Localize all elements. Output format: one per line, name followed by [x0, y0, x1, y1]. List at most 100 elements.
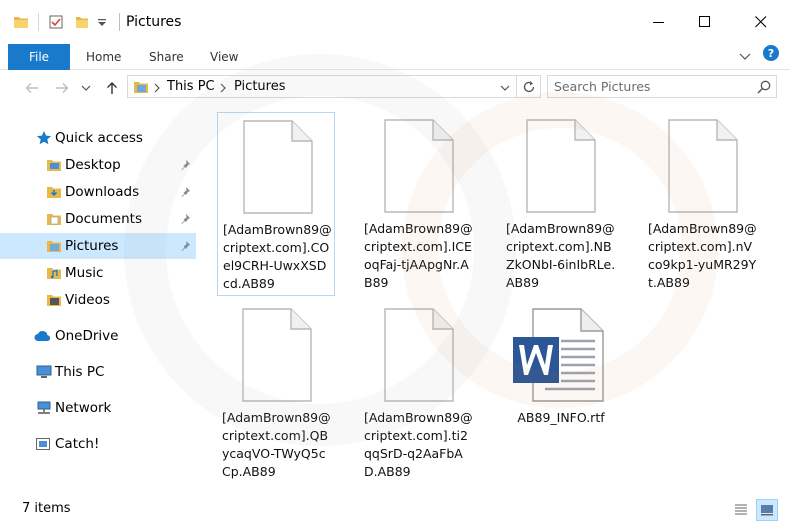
file-item-rtf[interactable]: AB89_INFO.rtf [501, 301, 619, 485]
blank-file-icon [240, 119, 316, 215]
network-icon [37, 401, 51, 414]
up-arrow-icon [107, 82, 117, 94]
help-button[interactable]: ? [763, 45, 779, 61]
search-icon[interactable] [756, 79, 772, 95]
customize-dropdown-icon[interactable] [96, 14, 108, 30]
minimize-icon [653, 22, 664, 23]
tab-home[interactable]: Home [86, 44, 121, 70]
file-name: [AdamBrown89@criptext.com].nVco9kp1-yuMR… [648, 221, 757, 290]
sidebar-item-label: This PC [55, 364, 105, 380]
properties-icon[interactable] [48, 14, 64, 30]
file-list: [AdamBrown89@criptext.com].COel9CRH-UwxX… [205, 103, 790, 493]
recent-locations-button[interactable] [79, 78, 93, 98]
large-icons-view-button[interactable] [756, 499, 778, 521]
sidebar-item-onedrive[interactable]: OneDrive [0, 323, 196, 349]
pictures-folder-icon [134, 82, 148, 93]
breadcrumb-pictures[interactable]: Pictures [234, 79, 285, 94]
sidebar-item-label: OneDrive [55, 328, 119, 344]
sidebar-item-label: Quick access [55, 130, 143, 146]
title-bar: Pictures [0, 0, 790, 44]
breadcrumb-chevron-icon [154, 83, 160, 93]
documents-folder-icon [47, 214, 61, 225]
pin-icon[interactable] [180, 213, 192, 225]
blank-file-icon [239, 307, 315, 403]
file-item-encrypted[interactable]: [AdamBrown89@criptext.com].ti2qqSrD-q2Aa… [359, 301, 477, 485]
address-bar[interactable]: This PC Pictures [127, 75, 517, 98]
file-item-encrypted[interactable]: [AdamBrown89@criptext.com].ICEoqFaj-tjAA… [359, 112, 477, 296]
sidebar-item-label: Downloads [65, 184, 140, 200]
sidebar-item-quick-access[interactable]: Quick access [0, 125, 196, 151]
desktop-folder-icon [47, 160, 61, 171]
status-bar: 7 items [0, 493, 790, 527]
tab-view[interactable]: View [210, 44, 238, 70]
sidebar-item-videos[interactable]: Videos [0, 287, 196, 313]
file-item-encrypted[interactable]: [AdamBrown89@criptext.com].QBycaqVO-TWyQ… [217, 301, 335, 485]
back-arrow-icon [25, 83, 38, 93]
item-count: 7 items [22, 501, 71, 516]
maximize-button[interactable] [682, 0, 728, 44]
file-item-encrypted[interactable]: [AdamBrown89@criptext.com].COel9CRH-UwxX… [217, 112, 335, 296]
file-item-encrypted[interactable]: [AdamBrown89@criptext.com].nVco9kp1-yuMR… [643, 112, 761, 296]
toolbar-divider [38, 13, 39, 31]
search-input[interactable] [554, 78, 754, 95]
refresh-icon [523, 80, 534, 92]
videos-folder-icon [47, 295, 61, 306]
sidebar-item-label: Pictures [65, 238, 119, 254]
sidebar-item-music[interactable]: Music [0, 260, 196, 286]
drive-icon [36, 438, 50, 450]
chevron-down-icon [81, 85, 91, 91]
blank-file-icon [665, 118, 741, 214]
address-dropdown-icon[interactable] [500, 83, 510, 93]
refresh-button[interactable] [517, 75, 541, 98]
large-icons-view-icon [761, 505, 773, 516]
file-name: [AdamBrown89@criptext.com].NBZkONbI-6inI… [506, 221, 616, 290]
pin-icon[interactable] [180, 240, 192, 252]
navigation-bar: This PC Pictures [0, 71, 790, 103]
word-document-icon [511, 307, 607, 403]
forward-button[interactable] [52, 78, 72, 98]
sidebar-item-desktop[interactable]: Desktop [0, 152, 196, 178]
downloads-folder-icon [47, 187, 61, 198]
tab-file[interactable]: File [8, 44, 70, 70]
sidebar-item-label: Videos [65, 292, 110, 308]
sidebar-item-downloads[interactable]: Downloads [0, 179, 196, 205]
pictures-folder-icon [47, 241, 61, 252]
blank-file-icon [381, 118, 457, 214]
sidebar-item-label: Desktop [65, 157, 121, 173]
sidebar-item-label: Music [65, 265, 104, 281]
sidebar-item-label: Network [55, 400, 112, 416]
ribbon: File Home Share View [0, 44, 790, 70]
search-box[interactable] [547, 75, 777, 98]
minimize-button[interactable] [636, 0, 682, 44]
back-button[interactable] [22, 78, 42, 98]
sidebar-item-catch[interactable]: Catch! [0, 431, 196, 457]
ribbon-expand-icon[interactable] [738, 50, 752, 64]
navigation-pane: Quick access Desktop Downloads Documents… [0, 103, 205, 493]
file-name: AB89_INFO.rtf [517, 410, 605, 425]
tab-share[interactable]: Share [149, 44, 184, 70]
sidebar-item-this-pc[interactable]: This PC [0, 359, 196, 385]
breadcrumb-chevron-icon [220, 83, 226, 93]
file-name: [AdamBrown89@criptext.com].QBycaqVO-TWyQ… [222, 410, 331, 479]
sidebar-item-pictures[interactable]: Pictures [0, 233, 196, 259]
pin-icon[interactable] [180, 186, 192, 198]
sidebar-item-network[interactable]: Network [0, 395, 196, 421]
folder-icon[interactable] [13, 14, 29, 30]
file-name: [AdamBrown89@criptext.com].ti2qqSrD-q2Aa… [364, 410, 473, 479]
window-title: Pictures [126, 14, 182, 30]
maximize-icon [699, 16, 710, 27]
up-button[interactable] [102, 78, 122, 98]
breadcrumb-this-pc[interactable]: This PC [167, 79, 215, 94]
computer-icon [36, 365, 52, 378]
close-icon [755, 16, 767, 28]
close-button[interactable] [738, 0, 784, 44]
sidebar-item-label: Catch! [55, 436, 100, 452]
details-view-icon [735, 504, 747, 515]
blank-file-icon [381, 307, 457, 403]
file-item-encrypted[interactable]: [AdamBrown89@criptext.com].NBZkONbI-6inI… [501, 112, 619, 296]
pin-icon[interactable] [180, 159, 192, 171]
new-folder-icon[interactable] [74, 14, 90, 30]
details-view-button[interactable] [730, 499, 752, 521]
sidebar-item-documents[interactable]: Documents [0, 206, 196, 232]
sidebar-item-label: Documents [65, 211, 142, 227]
